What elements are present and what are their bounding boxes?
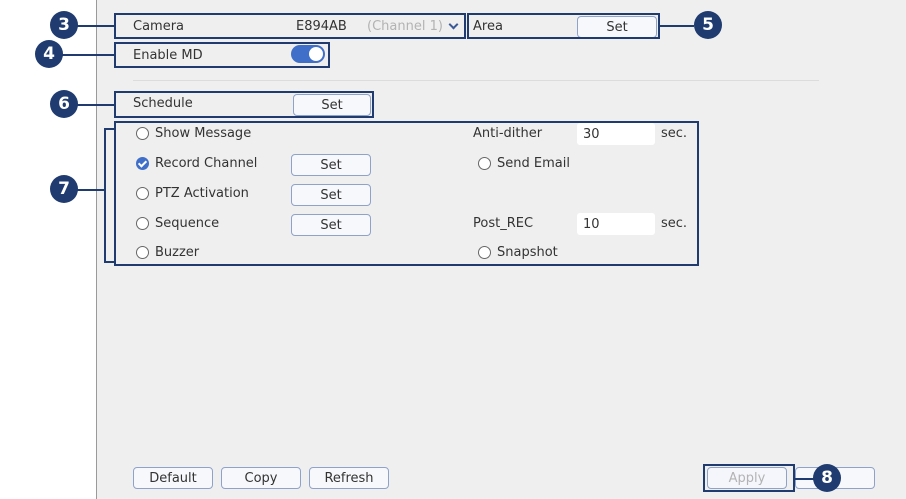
callout-box-area [467, 13, 660, 39]
callout-box-schedule [114, 91, 374, 118]
callout-line-5 [660, 25, 694, 27]
divider [133, 80, 819, 81]
callout-5: 5 [694, 11, 722, 39]
callout-line-8 [795, 478, 815, 480]
callout-6: 6 [50, 90, 78, 118]
callout-line-6 [76, 104, 114, 106]
refresh-button[interactable]: Refresh [309, 467, 389, 489]
callout-box-apply [703, 464, 795, 492]
callout-box-camera [114, 13, 466, 39]
default-button[interactable]: Default [133, 467, 213, 489]
copy-button[interactable]: Copy [221, 467, 301, 489]
callout-line-4 [61, 54, 114, 56]
callout-7: 7 [50, 175, 78, 203]
callout-line-3 [76, 25, 114, 27]
callout-4: 4 [35, 40, 63, 68]
callout-bracket-stem [104, 128, 106, 263]
callout-3: 3 [50, 11, 78, 39]
callout-8: 8 [813, 464, 841, 492]
callout-box-enable-md [114, 42, 330, 68]
callout-line-7 [76, 189, 106, 191]
callout-box-actions [114, 121, 699, 266]
